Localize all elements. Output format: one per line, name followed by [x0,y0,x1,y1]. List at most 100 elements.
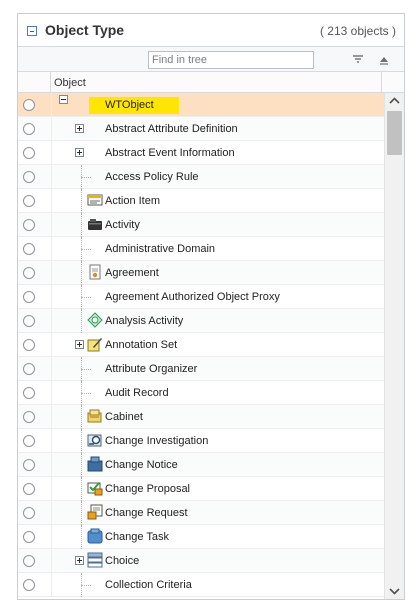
object-column-header[interactable]: Object [54,77,86,89]
tree-row[interactable]: Administrative Domain [18,237,384,261]
expand-node-icon[interactable] [75,340,84,349]
tree-node-label[interactable]: Administrative Domain [105,243,215,255]
row-radio[interactable] [23,579,35,591]
row-separator [51,405,52,429]
row-radio[interactable] [23,387,35,399]
tree-node-label[interactable]: Change Investigation [105,435,208,447]
row-radio[interactable] [23,147,35,159]
collapse-panel-icon[interactable] [27,26,37,36]
tree-row[interactable]: Change Notice [18,453,384,477]
tree-row[interactable]: Abstract Attribute Definition [18,117,384,141]
tree-node-label[interactable]: Activity [105,219,140,231]
column-divider [381,72,382,92]
find-in-tree-input[interactable] [148,51,314,69]
tree-row[interactable]: Access Policy Rule [18,165,384,189]
tree-connector-line [81,453,82,477]
scrollbar-thumb[interactable] [387,111,402,155]
filter-icon[interactable] [350,52,366,68]
row-radio[interactable] [23,411,35,423]
row-radio[interactable] [23,363,35,375]
expand-node-icon[interactable] [75,124,84,133]
root-node-label[interactable]: WTObject [89,97,179,114]
tree-row[interactable]: Change Investigation [18,429,384,453]
tree-connector-line [81,501,82,525]
tree-connector-branch [81,585,91,586]
tree-row[interactable]: Abstract Event Information [18,141,384,165]
tree-row[interactable]: Annotation Set [18,333,384,357]
tree-node-label[interactable]: Annotation Set [105,339,177,351]
vertical-scrollbar[interactable] [384,93,404,599]
row-radio[interactable] [23,555,35,567]
scroll-down-icon[interactable] [385,583,404,599]
action-item-icon [87,194,103,206]
sort-ascending-icon[interactable] [376,52,392,68]
tree-node-label[interactable]: Attribute Organizer [105,363,197,375]
row-radio[interactable] [23,99,35,111]
row-radio[interactable] [23,531,35,543]
tree-row[interactable]: Collection Criteria [18,573,384,597]
cabinet-icon [87,409,102,423]
row-radio[interactable] [23,291,35,303]
choice-icon [87,552,103,568]
tree-node-label[interactable]: Abstract Attribute Definition [105,123,238,135]
tree-row[interactable]: Audit Record [18,381,384,405]
row-radio[interactable] [23,483,35,495]
tree-node-label[interactable]: Agreement Authorized Object Proxy [105,291,280,303]
tree-node-label[interactable]: Change Proposal [105,483,190,495]
tree-node-label[interactable]: Abstract Event Information [105,147,235,159]
row-radio[interactable] [23,243,35,255]
tree-node-label[interactable]: Access Policy Rule [105,171,199,183]
row-radio[interactable] [23,339,35,351]
row-separator [51,429,52,453]
collapse-node-icon[interactable] [59,95,68,104]
row-separator [51,501,52,525]
row-radio[interactable] [23,171,35,183]
row-separator [51,549,52,573]
tree-node-label[interactable]: Action Item [105,195,160,207]
row-radio[interactable] [23,219,35,231]
tree-node-label[interactable]: Analysis Activity [105,315,183,327]
row-radio[interactable] [23,195,35,207]
tree-row[interactable]: Analysis Activity [18,309,384,333]
row-radio[interactable] [23,315,35,327]
tree-row[interactable]: Change Task [18,525,384,549]
tree-row-root[interactable]: WTObject [18,93,384,117]
row-radio[interactable] [23,123,35,135]
tree-row[interactable]: Action Item [18,189,384,213]
tree-connector-branch [81,177,91,178]
tree-node-label[interactable]: Collection Criteria [105,579,192,591]
row-separator [51,117,52,141]
change-task-icon [87,528,103,544]
tree-row[interactable]: Choice [18,549,384,573]
tree-node-label[interactable]: Choice [105,555,139,567]
row-radio[interactable] [23,435,35,447]
tree-node-label[interactable]: Change Request [105,507,188,519]
tree-row[interactable]: Attribute Organizer [18,357,384,381]
tree-row[interactable]: Change Proposal [18,477,384,501]
tree-row[interactable]: Activity [18,213,384,237]
panel-title: Object Type [45,22,125,38]
tree-node-label[interactable]: Change Task [105,531,169,543]
tree-row[interactable]: Cabinet [18,405,384,429]
tree-connector-branch [81,249,91,250]
tree-node-label[interactable]: Change Notice [105,459,178,471]
row-radio[interactable] [23,507,35,519]
tree-row[interactable]: Change Request [18,501,384,525]
expand-node-icon[interactable] [75,556,84,565]
tree-node-label[interactable]: Audit Record [105,387,169,399]
expand-node-icon[interactable] [75,148,84,157]
row-separator [51,93,52,117]
object-count: ( 213 objects ) [319,24,396,38]
row-separator [51,357,52,381]
tree-row[interactable]: Agreement Authorized Object Proxy [18,285,384,309]
tree-row[interactable]: Agreement [18,261,384,285]
row-radio[interactable] [23,267,35,279]
tree-connector-branch [81,369,91,370]
row-separator [51,189,52,213]
row-radio[interactable] [23,459,35,471]
tree-node-label[interactable]: Agreement [105,267,159,279]
tree-toolbar [18,46,404,71]
tree-connector-line [81,213,82,237]
tree-node-label[interactable]: Cabinet [105,411,143,423]
scroll-up-icon[interactable] [385,93,404,109]
